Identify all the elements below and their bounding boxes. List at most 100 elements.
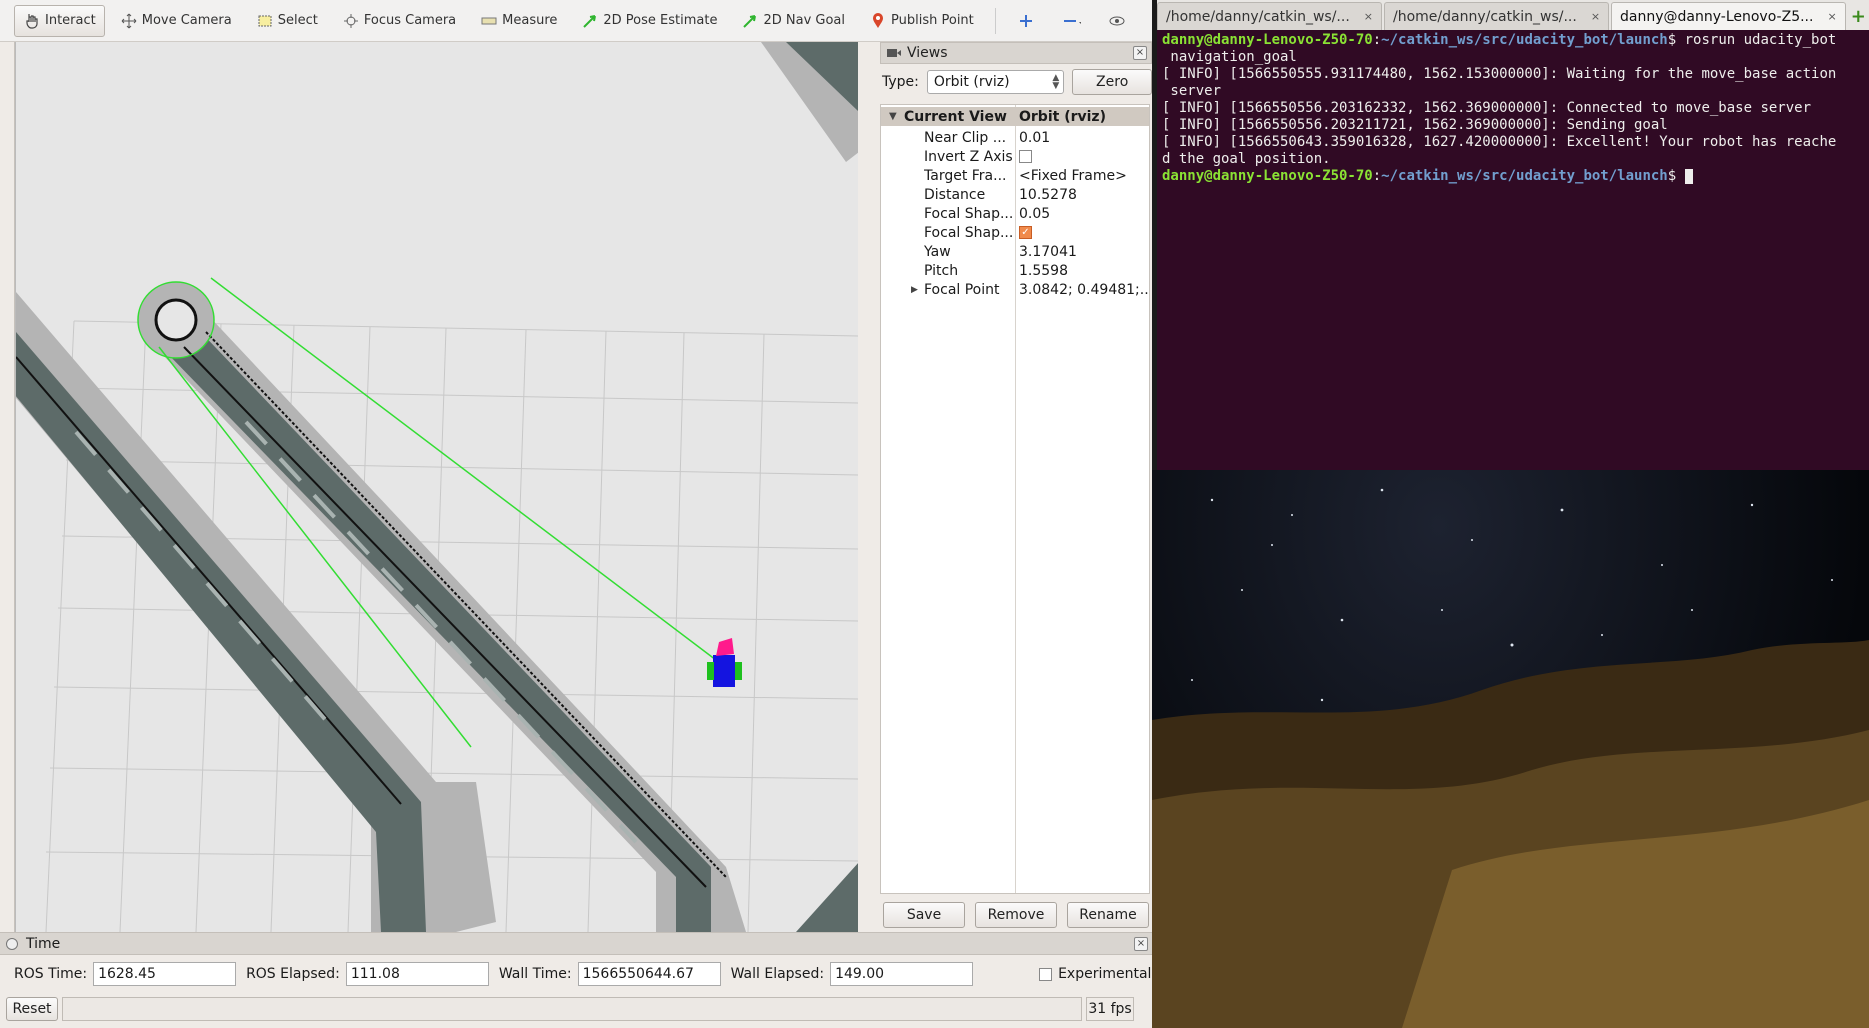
checkbox-checked[interactable]: ✓ <box>1019 226 1032 239</box>
wall-elapsed-field[interactable]: 149.00 <box>830 962 974 986</box>
zero-label: Zero <box>1096 74 1129 90</box>
property-row[interactable]: Focal Shap... 0.05 <box>881 204 1149 223</box>
terminal-tab-active[interactable]: danny@danny-Lenovo-Z5... × <box>1611 2 1846 30</box>
zero-button[interactable]: Zero <box>1072 69 1152 95</box>
terminal-line: danny@danny-Lenovo-Z50-70:~/catkin_ws/sr… <box>1162 168 1864 185</box>
time-panel: Time × ROS Time: 1628.45 ROS Elapsed: 11… <box>0 932 1152 1028</box>
terminal-line: server <box>1162 83 1222 99</box>
view-tool-button[interactable] <box>1100 5 1140 37</box>
property-value: Orbit (rviz) <box>1019 108 1106 125</box>
camera-icon <box>887 48 901 58</box>
property-value: <Fixed Frame> <box>1019 167 1127 184</box>
terminal-line: [ INFO] [1566550556.203211721, 1562.3690… <box>1162 117 1668 133</box>
property-name: Focal Point <box>924 281 1000 298</box>
tool-interact[interactable]: Interact <box>14 4 105 37</box>
property-name: Focal Shap... <box>924 205 1014 222</box>
property-row[interactable]: Invert Z Axis <box>881 147 1149 166</box>
time-title-text: Time <box>26 935 61 952</box>
property-value: 0.05 <box>1019 205 1051 222</box>
tool-2d-nav-goal[interactable]: 2D Nav Goal <box>732 5 854 37</box>
tool-focus-camera[interactable]: Focus Camera <box>333 5 465 37</box>
desktop-wallpaper <box>1152 470 1869 1028</box>
new-tab-icon[interactable]: + <box>1848 2 1869 30</box>
plus-icon <box>1017 12 1035 30</box>
checkbox[interactable] <box>1019 150 1032 163</box>
prompt-user: danny@danny-Lenovo-Z50-70 <box>1162 168 1373 184</box>
time-row: ROS Time: 1628.45 ROS Elapsed: 111.08 Wa… <box>0 955 1152 993</box>
text-cursor <box>1684 168 1693 184</box>
tool-2d-pose-estimate[interactable]: 2D Pose Estimate <box>572 5 726 37</box>
ros-time-field[interactable]: 1628.45 <box>93 962 237 986</box>
wall-time-label: Wall Time: <box>498 966 572 982</box>
rename-button[interactable]: Rename <box>1067 902 1149 928</box>
tab-label: /home/danny/catkin_ws/... <box>1393 8 1577 25</box>
close-icon[interactable]: × <box>1134 936 1148 951</box>
property-name: Current View <box>904 108 1007 125</box>
ros-elapsed-label: ROS Elapsed: <box>246 966 340 982</box>
experimental-checkbox[interactable] <box>1039 967 1053 981</box>
current-view-row[interactable]: ▼ Current View Orbit (rviz) <box>881 107 1149 126</box>
property-row[interactable]: Pitch 1.5598 <box>881 261 1149 280</box>
view-type-select[interactable]: Orbit (rviz) ▲ ▼ <box>926 70 1065 94</box>
tool-label: Select <box>277 13 318 28</box>
map-canvas[interactable] <box>16 42 858 932</box>
prompt-path: ~/catkin_ws/src/udacity_bot/launch <box>1381 32 1668 48</box>
remove-button[interactable]: Remove <box>975 902 1057 928</box>
tab-label: /home/danny/catkin_ws/... <box>1166 8 1350 25</box>
terminal-output[interactable]: danny@danny-Lenovo-Z50-70:~/catkin_ws/sr… <box>1157 30 1869 187</box>
tool-select[interactable]: Select <box>247 5 327 37</box>
close-icon[interactable]: × <box>1827 10 1836 23</box>
spin-arrows-icon: ▲ ▼ <box>1052 73 1060 91</box>
collapse-arrow-icon[interactable]: ▼ <box>889 111 897 122</box>
ros-elapsed-field[interactable]: 111.08 <box>345 962 489 986</box>
property-row[interactable]: ▶ Focal Point 3.0842; 0.49481;... <box>881 280 1149 299</box>
expand-arrow-icon[interactable]: ▶ <box>911 285 918 295</box>
reset-label: Reset <box>12 1001 52 1017</box>
tool-move-camera[interactable]: Move Camera <box>111 5 241 37</box>
terminal-command: rosrun udacity_bot <box>1676 32 1837 48</box>
3d-viewport[interactable] <box>15 42 858 932</box>
rviz-window: Interact Move Camera Select Focus Camera… <box>0 0 1152 1028</box>
wall-time-field[interactable]: 1566550644.67 <box>577 962 721 986</box>
property-name: Yaw <box>924 243 951 260</box>
save-button[interactable]: Save <box>883 902 965 928</box>
terminal-tab[interactable]: /home/danny/catkin_ws/... × <box>1157 2 1383 30</box>
screen: { "rviz": { "toolbar": [ {"key":"interac… <box>0 0 1869 1028</box>
left-dock-strip[interactable] <box>0 42 15 932</box>
ros-elapsed-value: 111.08 <box>350 966 400 982</box>
move-camera-icon <box>120 12 138 30</box>
status-row: Reset 31 fps <box>0 993 1152 1025</box>
property-value: 3.0842; 0.49481;... <box>1019 281 1149 298</box>
property-name: Near Clip ... <box>924 129 1007 146</box>
wall-elapsed-label: Wall Elapsed: <box>730 966 825 982</box>
ros-time-label: ROS Time: <box>14 966 88 982</box>
tool-label: Measure <box>502 13 558 28</box>
ros-time-value: 1628.45 <box>98 966 156 982</box>
rviz-toolbar: Interact Move Camera Select Focus Camera… <box>0 0 1152 42</box>
property-row[interactable]: Focal Shap... ✓ <box>881 223 1149 242</box>
property-row[interactable]: Target Fra... <Fixed Frame> <box>881 166 1149 185</box>
remove-tool-button[interactable] <box>1054 5 1094 37</box>
tool-measure[interactable]: Measure <box>471 5 566 37</box>
property-row[interactable]: Yaw 3.17041 <box>881 242 1149 261</box>
view-type-value: Orbit (rviz) <box>933 74 1010 90</box>
experimental-label: Experimental <box>1058 966 1152 982</box>
right-dock-strip[interactable] <box>858 42 880 932</box>
tool-publish-point[interactable]: Publish Point <box>860 5 983 37</box>
property-row[interactable]: Distance 10.5278 <box>881 185 1149 204</box>
add-tool-button[interactable] <box>1008 5 1048 37</box>
close-icon[interactable]: × <box>1133 46 1147 60</box>
terminal-tab[interactable]: /home/danny/catkin_ws/... × <box>1384 2 1610 30</box>
views-panel-title: Views × <box>880 42 1152 64</box>
reset-button[interactable]: Reset <box>6 997 58 1021</box>
minus-icon <box>1063 12 1081 30</box>
property-value: 1.5598 <box>1019 262 1068 279</box>
view-property-tree[interactable]: ▼ Current View Orbit (rviz) Near Clip ... 0.… <box>880 104 1150 894</box>
close-icon[interactable]: × <box>1591 10 1600 23</box>
close-icon[interactable]: × <box>1364 10 1373 23</box>
tool-label: Publish Point <box>891 13 974 28</box>
property-row[interactable]: Near Clip ... 0.01 <box>881 128 1149 147</box>
tool-label: Interact <box>45 13 96 28</box>
views-title-text: Views <box>907 45 948 61</box>
time-panel-title: Time × <box>0 933 1152 955</box>
